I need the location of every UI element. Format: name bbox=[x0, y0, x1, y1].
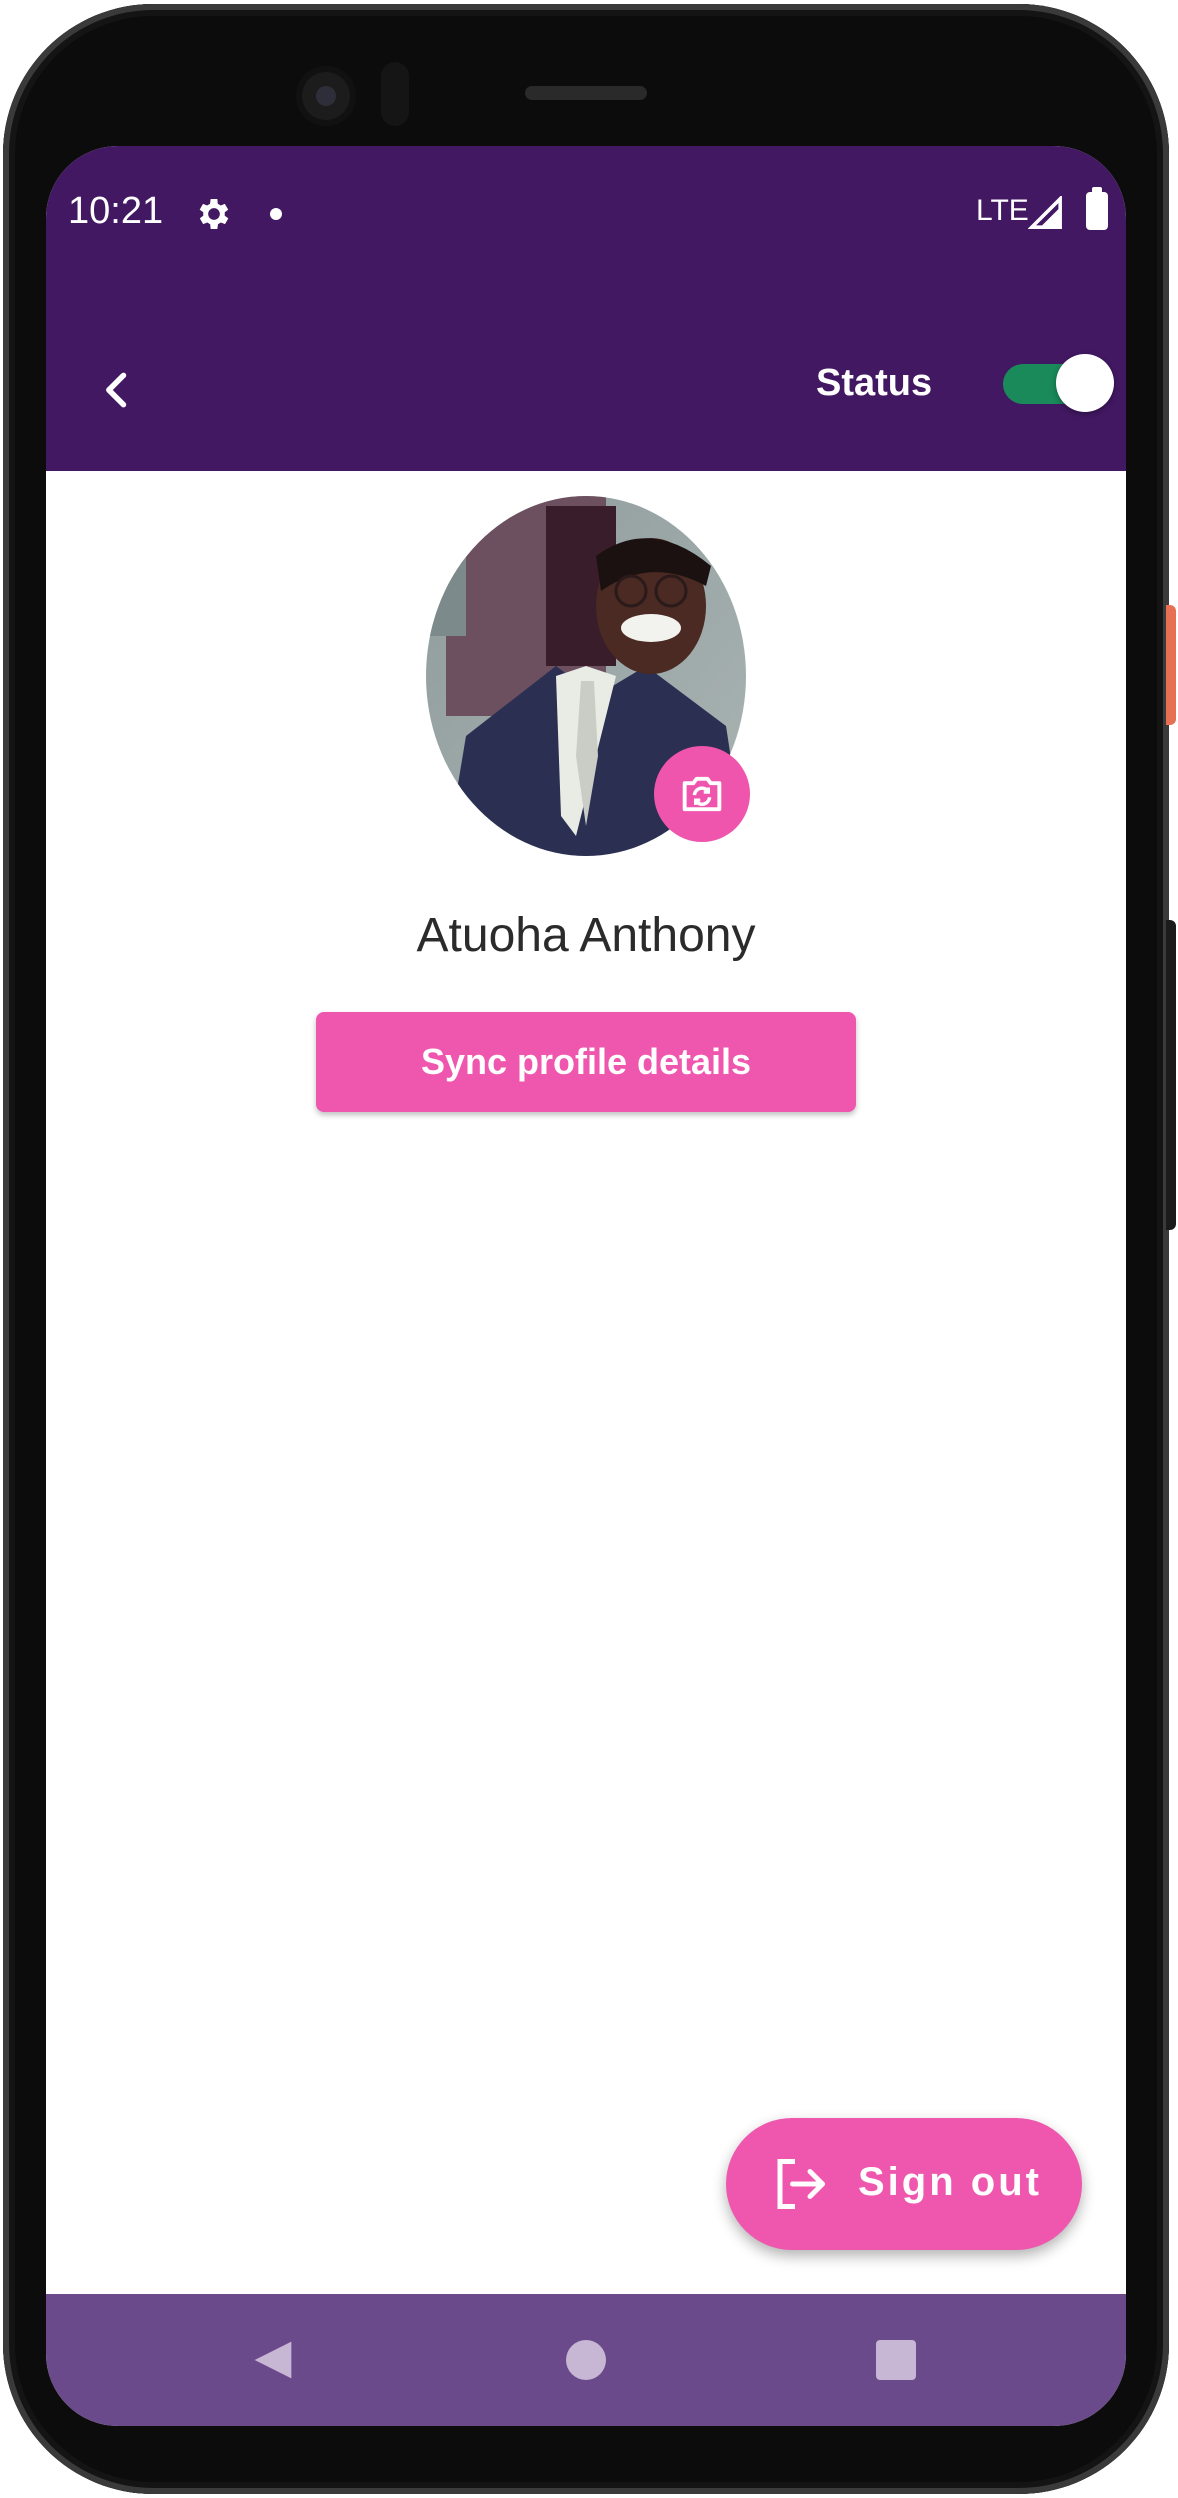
sign-out-label: Sign out bbox=[858, 2160, 1042, 2204]
system-nav-bar bbox=[46, 2294, 1126, 2426]
camera-switch-icon bbox=[682, 776, 722, 812]
signal-icon bbox=[1028, 196, 1062, 229]
back-chevron-icon[interactable] bbox=[96, 368, 140, 412]
gear-icon bbox=[199, 199, 229, 229]
screen: 10:21 LTE Status Atuoha Anthony Sync pro… bbox=[46, 146, 1126, 2426]
nav-recents-icon[interactable] bbox=[876, 2340, 916, 2380]
nav-home-icon[interactable] bbox=[566, 2340, 606, 2380]
status-label: Status bbox=[816, 362, 933, 404]
battery-icon bbox=[1086, 187, 1108, 230]
status-time: 10:21 bbox=[68, 190, 164, 232]
status-toggle-thumb[interactable] bbox=[1056, 354, 1114, 412]
network-type: LTE bbox=[976, 194, 1029, 227]
notification-dot-icon bbox=[270, 208, 282, 220]
app-bar: 10:21 LTE Status bbox=[46, 146, 1126, 471]
sign-out-button[interactable]: Sign out bbox=[726, 2118, 1082, 2250]
earpiece-speaker bbox=[525, 86, 647, 100]
nav-back-icon[interactable] bbox=[251, 2336, 295, 2384]
proximity-sensor bbox=[381, 62, 409, 126]
power-button bbox=[1166, 605, 1176, 725]
front-camera bbox=[296, 66, 356, 126]
change-photo-button[interactable] bbox=[654, 746, 750, 842]
sync-profile-button[interactable]: Sync profile details bbox=[316, 1012, 856, 1112]
volume-button bbox=[1166, 920, 1176, 1230]
profile-name: Atuoha Anthony bbox=[416, 909, 756, 962]
sign-out-icon bbox=[777, 2159, 825, 2209]
